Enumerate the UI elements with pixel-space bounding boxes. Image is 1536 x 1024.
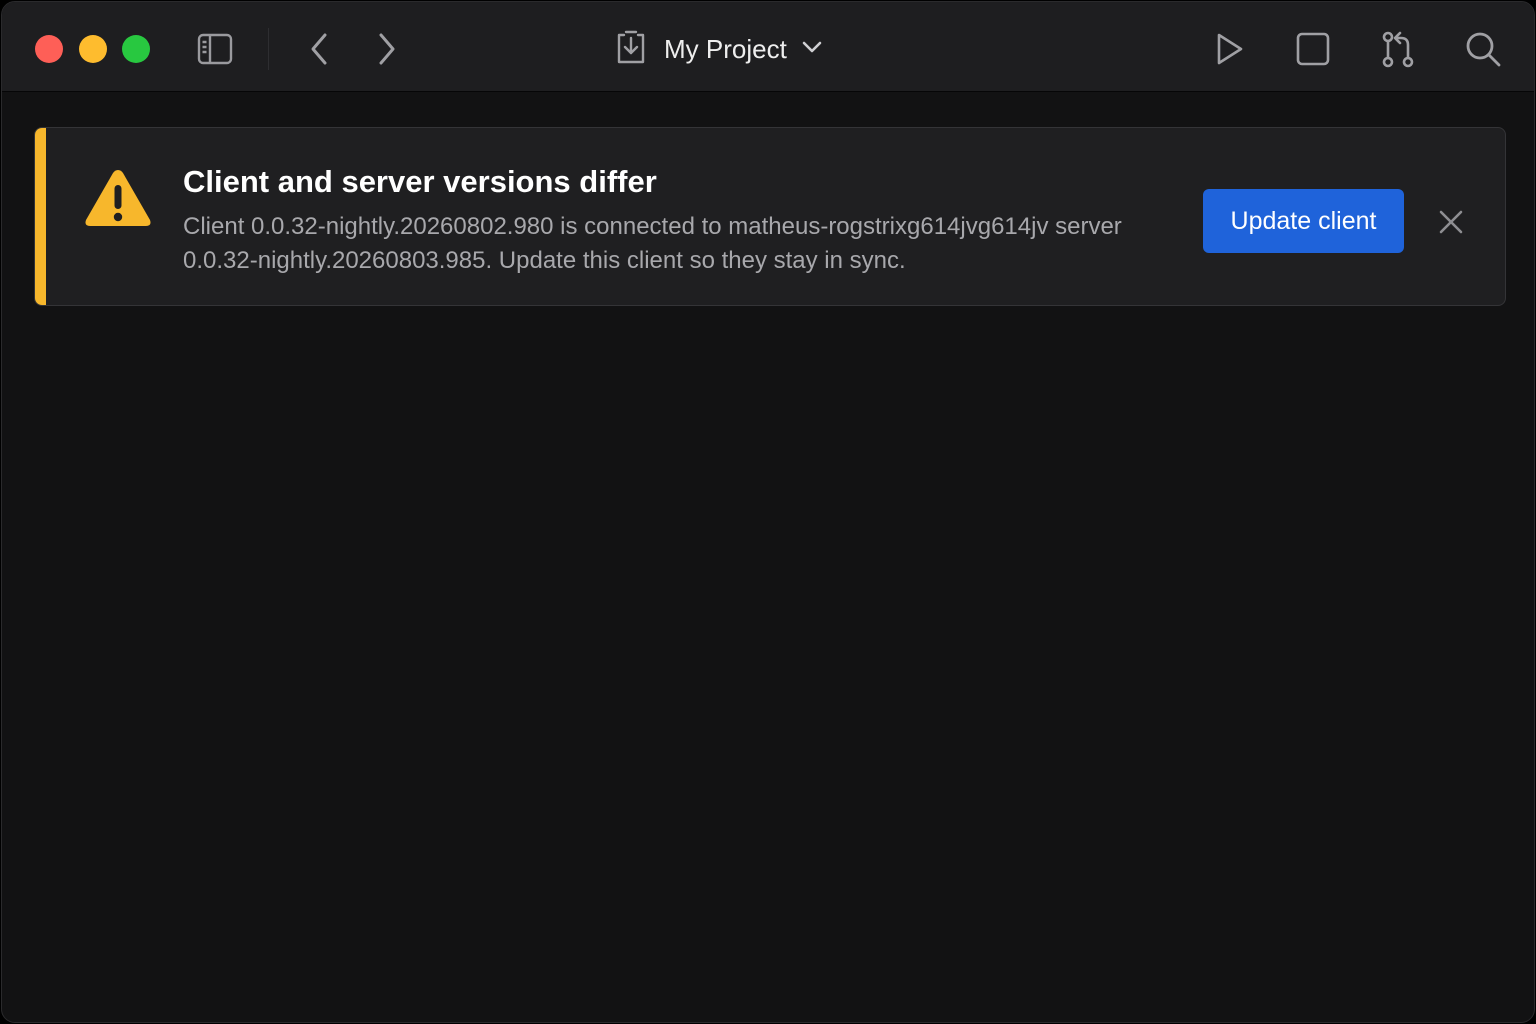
play-icon[interactable] xyxy=(1208,29,1250,69)
close-icon[interactable] xyxy=(1433,204,1469,240)
title-bar: My Project xyxy=(2,2,1534,92)
project-selector[interactable]: My Project xyxy=(614,26,823,72)
chevron-down-icon xyxy=(801,40,823,59)
project-name: My Project xyxy=(664,33,787,64)
banner-message: Client 0.0.32-nightly.20260802.980 is co… xyxy=(183,213,1122,274)
project-download-icon xyxy=(614,28,648,71)
chevron-right-icon[interactable] xyxy=(370,29,404,69)
update-client-button[interactable]: Update client xyxy=(1203,189,1404,253)
banner-title: Client and server versions differ xyxy=(183,164,657,199)
maximize-window-button[interactable] xyxy=(122,35,150,63)
sidebar-toggle-icon[interactable] xyxy=(194,29,236,69)
stop-icon[interactable] xyxy=(1292,29,1334,69)
chevron-left-icon[interactable] xyxy=(302,29,336,69)
minimize-window-button[interactable] xyxy=(79,35,107,63)
toolbar-divider xyxy=(268,28,269,70)
search-icon[interactable] xyxy=(1461,27,1505,71)
warning-triangle-icon xyxy=(83,166,153,235)
version-mismatch-banner: Client and server versions differ Client… xyxy=(34,127,1506,306)
main-content-area xyxy=(2,322,1534,1022)
close-window-button[interactable] xyxy=(35,35,63,63)
app-window: My Project Client and server versions di… xyxy=(1,1,1535,1023)
git-pull-request-icon[interactable] xyxy=(1376,27,1420,71)
banner-accent-bar xyxy=(35,128,46,305)
